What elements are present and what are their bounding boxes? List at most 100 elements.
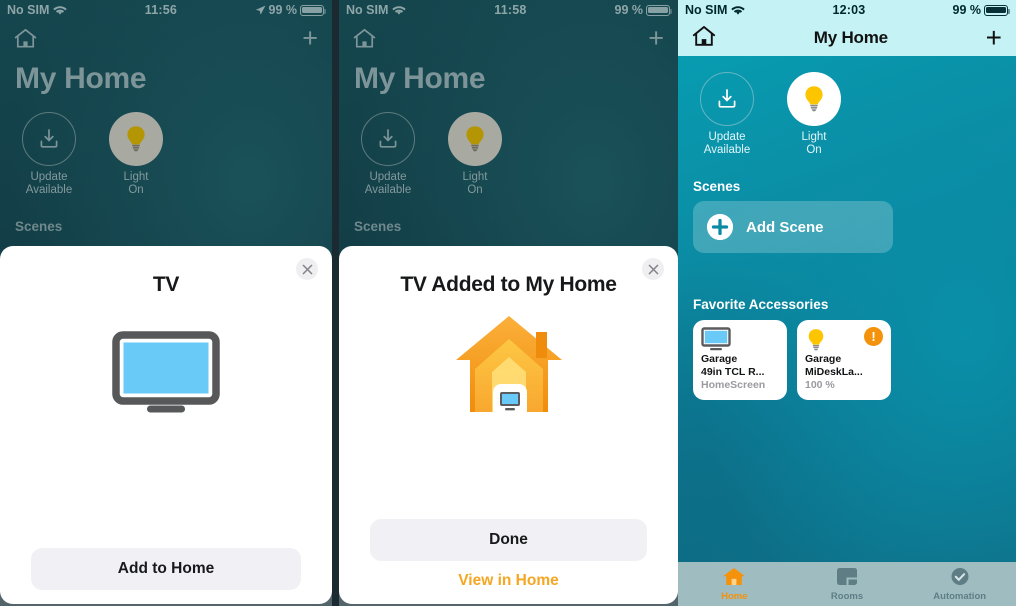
favorite-accessories-row: Garage 49in TCL R... HomeScreen ! Garage… <box>678 312 1016 400</box>
panel-accessory-added: No SIM 11:58 99 % + My Home Update Avail… <box>339 0 678 606</box>
software-update-icon <box>700 72 754 126</box>
status-item-update[interactable]: Update Available <box>15 112 83 197</box>
status-label-line2: Available <box>25 184 73 196</box>
accessory-status: 100 % <box>805 379 835 391</box>
accessory-name: 49in TCL R... <box>701 365 765 378</box>
status-item-light[interactable]: Light On <box>441 112 509 197</box>
nav-bar: + <box>0 20 332 56</box>
tab-bar: Home Rooms Automation <box>678 562 1016 606</box>
tab-automation-label: Automation <box>933 590 987 602</box>
wifi-icon <box>392 5 407 16</box>
section-header-scenes: Scenes <box>15 219 63 234</box>
section-header-scenes: Scenes <box>354 219 402 234</box>
accessory-name: MiDeskLa... <box>805 365 863 378</box>
battery-label: 99 % <box>952 3 982 17</box>
accessory-added-sheet: TV Added to My Home Done View in Home <box>339 246 678 604</box>
add-to-home-button[interactable]: Add to Home <box>31 548 301 590</box>
view-in-home-link[interactable]: View in Home <box>370 572 647 590</box>
accessory-card-tv[interactable]: Garage 49in TCL R... HomeScreen <box>693 320 787 400</box>
status-label-line2: On <box>467 184 483 196</box>
status-item-update[interactable]: Update Available <box>354 112 422 197</box>
panel-add-accessory-preview: No SIM 11:56 99 % + My Home Update Avail… <box>0 0 332 606</box>
lightbulb-icon <box>448 112 502 166</box>
battery-full-icon <box>984 4 1011 16</box>
close-button[interactable] <box>642 258 664 280</box>
sheet-title: TV Added to My Home <box>400 273 617 296</box>
accessory-card-light[interactable]: ! Garage MiDeskLa... 100 % <box>797 320 891 400</box>
panel-home-dashboard: No SIM 12:03 99 % My Home + Update Avail… <box>678 0 1016 606</box>
close-x-icon <box>648 264 659 275</box>
status-label-line2: Available <box>364 184 412 196</box>
page-title: My Home <box>15 62 147 95</box>
status-bar: No SIM 11:58 99 % <box>339 0 678 20</box>
three-screenshot-strip: No SIM 11:56 99 % + My Home Update Avail… <box>0 0 1016 606</box>
lightbulb-icon <box>787 72 841 126</box>
lightbulb-icon <box>109 112 163 166</box>
panel-divider <box>332 0 339 606</box>
location-arrow-icon <box>255 5 266 16</box>
home-status-row: Update Available Light On <box>678 56 1016 157</box>
sheet-actions: Done View in Home <box>339 519 678 590</box>
automation-clock-icon <box>949 567 971 589</box>
home-status-row: Update Available Light On <box>339 96 678 197</box>
alert-exclamation-icon[interactable]: ! <box>864 327 883 346</box>
carrier-label: No SIM <box>685 3 728 17</box>
sheet-title: TV <box>152 273 180 296</box>
carrier-label: No SIM <box>7 3 50 17</box>
nav-bar: + <box>339 20 678 56</box>
status-label-line1: Update <box>708 131 746 143</box>
home-outline-icon[interactable] <box>14 28 37 49</box>
plus-icon[interactable]: + <box>648 24 664 52</box>
sheet-actions: Add to Home <box>0 548 332 590</box>
status-bar: No SIM 12:03 99 % <box>678 0 1016 20</box>
plus-icon[interactable]: + <box>986 24 1002 52</box>
battery-full-icon <box>300 4 327 16</box>
clock-label: 11:56 <box>144 3 178 17</box>
close-button[interactable] <box>296 258 318 280</box>
done-button[interactable]: Done <box>370 519 647 561</box>
carrier-label: No SIM <box>346 3 389 17</box>
clock-label: 12:03 <box>832 3 866 17</box>
status-label-line2: On <box>128 184 144 196</box>
status-label-line2: On <box>806 144 822 156</box>
home-solid-icon[interactable] <box>692 25 716 52</box>
tab-automation[interactable]: Automation <box>903 567 1016 602</box>
status-label-line1: Light <box>801 131 827 143</box>
accessory-preview-sheet: TV Add to Home <box>0 246 332 604</box>
tab-home-label: Home <box>721 590 748 602</box>
clock-label: 11:58 <box>494 3 527 17</box>
software-update-icon <box>361 112 415 166</box>
accessory-status: HomeScreen <box>701 379 766 391</box>
home-status-row: Update Available Light On <box>0 96 332 197</box>
status-item-light[interactable]: Light On <box>102 112 170 197</box>
section-header-favorites: Favorite Accessories <box>693 297 829 312</box>
status-label-line1: Update <box>369 171 407 183</box>
nav-bar: My Home + <box>678 20 1016 56</box>
status-item-light[interactable]: Light On <box>780 72 848 157</box>
accessory-room: Garage <box>701 353 738 365</box>
plus-icon[interactable]: + <box>302 24 318 52</box>
add-scene-label: Add Scene <box>746 218 824 236</box>
home-outline-icon[interactable] <box>353 28 376 49</box>
television-icon <box>0 298 332 448</box>
status-label-line1: Light <box>462 171 488 183</box>
battery-full-icon <box>646 4 673 16</box>
plus-circle-icon <box>707 214 733 240</box>
battery-label: 99 % <box>268 3 298 17</box>
status-label-line2: Available <box>703 144 751 156</box>
software-update-icon <box>22 112 76 166</box>
status-label-line1: Update <box>30 171 68 183</box>
page-title: My Home <box>354 62 486 95</box>
wifi-icon <box>53 5 68 16</box>
tab-home[interactable]: Home <box>678 567 791 602</box>
home-solid-icon <box>722 567 746 589</box>
status-label-line1: Light <box>123 171 149 183</box>
rooms-icon <box>836 567 858 589</box>
add-scene-button[interactable]: Add Scene <box>693 201 893 253</box>
accessory-room: Garage <box>805 353 842 365</box>
home-with-tv-badge-icon <box>339 298 678 438</box>
status-item-update[interactable]: Update Available <box>693 72 761 157</box>
battery-label: 99 % <box>614 3 644 17</box>
tab-rooms[interactable]: Rooms <box>791 567 904 602</box>
page-title: My Home <box>813 28 888 47</box>
